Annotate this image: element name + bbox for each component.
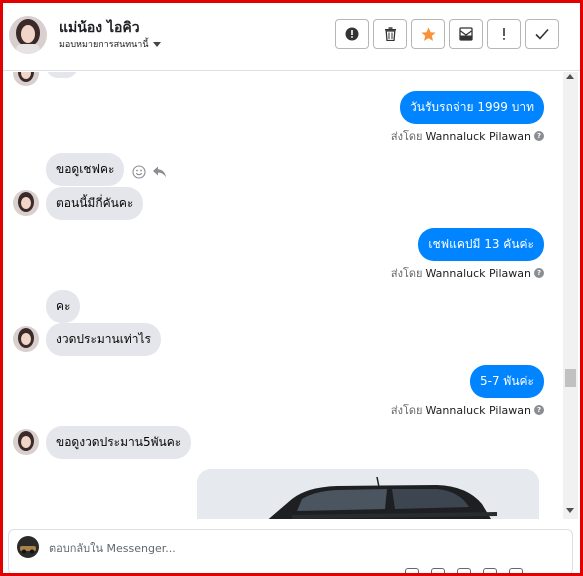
- sent-by-prefix: ส่งโดย: [390, 130, 423, 143]
- scroll-up-arrow-icon[interactable]: [566, 74, 574, 79]
- smiley-icon[interactable]: [132, 165, 146, 179]
- mark-unread-button[interactable]: [449, 19, 483, 49]
- composer-toolbar: [405, 568, 523, 573]
- sender-name: Wannaluck Pilawan: [425, 403, 532, 417]
- sent-by-line: ส่งโดย Wannaluck Pilawan ?: [391, 264, 544, 282]
- sent-by-prefix: ส่งโดย: [390, 267, 423, 280]
- app-window: แม่น้อง ไอคิว มอบหมายการสนทนานี้ วันรับร…: [0, 0, 583, 576]
- contact-avatar-small: [13, 190, 39, 216]
- assign-label: มอบหมายการสนทนานี้: [59, 40, 149, 50]
- exclamation-icon: [503, 28, 505, 40]
- emoji-icon[interactable]: [431, 568, 445, 573]
- mark-spam-button[interactable]: [335, 19, 369, 49]
- reply-composer: [8, 529, 573, 573]
- follow-up-button[interactable]: [487, 19, 521, 49]
- sent-by-line: ส่งโดย Wannaluck Pilawan ?: [391, 401, 544, 419]
- contact-avatar-small: [13, 326, 39, 352]
- star-icon: [420, 27, 436, 41]
- message-bubble-incoming[interactable]: ขอดูเชฟคะ: [46, 153, 125, 186]
- sender-name: Wannaluck Pilawan: [425, 129, 532, 143]
- sent-by-prefix: ส่งโดย: [390, 404, 423, 417]
- conversation-header: แม่น้อง ไอคิว มอบหมายการสนทนานี้: [3, 3, 580, 71]
- help-icon[interactable]: ?: [534, 268, 544, 278]
- scroll-down-arrow-icon[interactable]: [566, 508, 574, 513]
- help-icon[interactable]: ?: [534, 131, 544, 141]
- check-icon: [535, 28, 549, 40]
- message-bubble-outgoing[interactable]: เชฟแคปมี 13 คันค่ะ: [418, 228, 544, 261]
- alert-circle-icon: [345, 27, 359, 41]
- thread-scrollbar[interactable]: [563, 72, 578, 519]
- delete-button[interactable]: [373, 19, 407, 49]
- sent-by-line: ส่งโดย Wannaluck Pilawan ?: [391, 127, 544, 145]
- contact-avatar-small: [13, 72, 39, 86]
- assign-conversation-dropdown[interactable]: มอบหมายการสนทนานี้: [59, 37, 161, 51]
- message-thread[interactable]: วันรับรถจ่าย 1999 บาท ส่งโดย Wannaluck P…: [3, 72, 580, 519]
- sender-name: Wannaluck Pilawan: [425, 266, 532, 280]
- star-button[interactable]: [411, 19, 445, 49]
- message-actions: [132, 165, 167, 179]
- reply-icon[interactable]: [152, 165, 167, 179]
- page-avatar: [17, 536, 39, 558]
- mail-icon: [459, 27, 473, 41]
- saved-reply-icon[interactable]: [509, 568, 523, 573]
- mark-done-button[interactable]: [525, 19, 559, 49]
- message-bubble-outgoing[interactable]: วันรับรถจ่าย 1999 บาท: [400, 91, 544, 124]
- message-bubble-incoming[interactable]: ตอนนี้มีกี่คันคะ: [46, 187, 144, 220]
- contact-name: แม่น้อง ไอคิว: [59, 20, 140, 36]
- gif-icon[interactable]: [483, 568, 497, 573]
- caret-down-icon: [152, 41, 161, 47]
- contact-avatar[interactable]: [9, 16, 47, 54]
- header-actions: [335, 19, 559, 49]
- contact-avatar-small: [13, 429, 39, 455]
- message-bubble-incoming[interactable]: งวดประมานเท่าไร: [46, 323, 161, 356]
- scrollbar-thumb[interactable]: [565, 369, 576, 387]
- attachment-icon[interactable]: [405, 568, 419, 573]
- help-icon[interactable]: ?: [534, 405, 544, 415]
- message-bubble-incoming[interactable]: คะ: [46, 290, 81, 323]
- trash-icon: [384, 27, 396, 41]
- message-bubble-incoming[interactable]: [46, 72, 78, 78]
- message-bubble-incoming[interactable]: ขอดูงวดประมาน5พันคะ: [46, 426, 192, 459]
- message-bubble-outgoing[interactable]: 5-7 พันค่ะ: [470, 365, 544, 398]
- reply-input[interactable]: [49, 538, 349, 558]
- photo-icon[interactable]: [457, 568, 471, 573]
- message-photo-car[interactable]: [197, 469, 539, 519]
